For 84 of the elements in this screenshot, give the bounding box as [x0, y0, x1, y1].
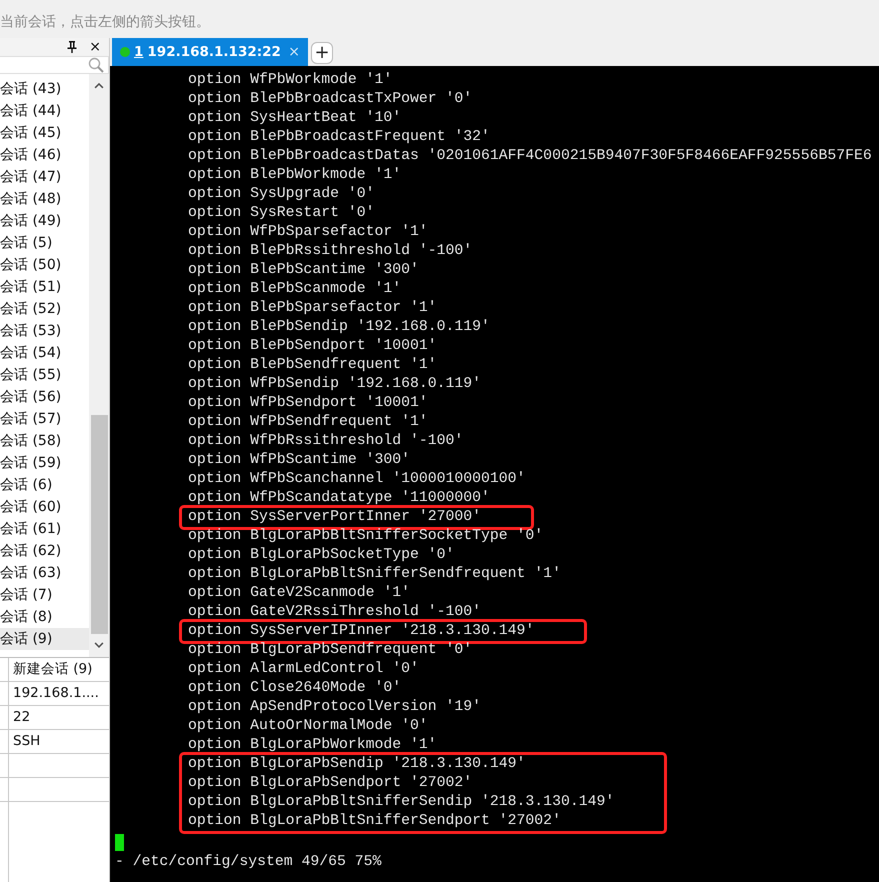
session-item[interactable]: 会话 (58) [0, 430, 89, 452]
status-line: - /etc/config/system 49/65 75% [115, 853, 382, 872]
session-item[interactable]: 会话 (43) [0, 78, 89, 100]
terminal-line: option WfPbWorkmode '1' [188, 71, 394, 90]
property-value: 192.168.1.... [12, 684, 99, 703]
terminal-line: option BlePbSendfrequent '1' [188, 356, 438, 375]
session-item[interactable]: 会话 (9) [0, 628, 89, 650]
terminal-line: option BlgLoraPbSendport '27002' [188, 774, 474, 793]
terminal-line: option WfPbSparsefactor '1' [188, 223, 429, 242]
new-tab-button[interactable]: + [311, 42, 333, 64]
session-item[interactable]: 会话 (47) [0, 166, 89, 188]
terminal-line: option SysUpgrade '0' [188, 185, 376, 204]
terminal-line: option BlgLoraPbBltSnifferSendfrequent '1' [188, 565, 562, 584]
terminal-line: option WfPbScantime '300' [188, 451, 411, 470]
property-value: 22 [12, 708, 30, 727]
session-item[interactable]: 会话 (63) [0, 562, 89, 584]
session-item[interactable]: 会话 (57) [0, 408, 89, 430]
terminal-line: option BlePbScantime '300' [188, 261, 420, 280]
terminal-line: option BlePbBroadcastFrequent '32' [188, 128, 491, 147]
terminal-line: option BlePbScanmode '1' [188, 280, 402, 299]
session-item[interactable]: 会话 (62) [0, 540, 89, 562]
session-item[interactable]: 会话 (49) [0, 210, 89, 232]
tab-number: 1 [134, 42, 144, 62]
session-item[interactable]: 会话 (60) [0, 496, 89, 518]
terminal-line: option GateV2RssiThreshold '-100' [188, 603, 482, 622]
session-item[interactable]: 会话 (44) [0, 100, 89, 122]
terminal-line: option AlarmLedControl '0' [188, 660, 420, 679]
terminal-line: option BlgLoraPbSocketType '0' [188, 546, 456, 565]
terminal-line: option BlgLoraPbBltSnifferSendport '27002' [188, 812, 562, 831]
terminal-line: option WfPbScanchannel '1000010000100' [188, 470, 526, 489]
terminal-line: option GateV2Scanmode '1' [188, 584, 411, 603]
terminal-line: option WfPbSendport '10001' [188, 394, 429, 413]
terminal-line: option AutoOrNormalMode '0' [188, 717, 429, 736]
session-item[interactable]: 会话 (55) [0, 364, 89, 386]
terminal-line: option BlePbWorkmode '1' [188, 166, 402, 185]
hint-text: 当前会话，点击左侧的箭头按钮。 [0, 14, 210, 30]
cursor [115, 834, 124, 851]
session-item[interactable]: 会话 (5) [0, 232, 89, 254]
session-item[interactable]: 会话 (46) [0, 144, 89, 166]
terminal-line: option SysServerIPInner '218.3.130.149' [188, 622, 534, 641]
terminal-line: option WfPbRssithreshold '-100' [188, 432, 464, 451]
session-item[interactable]: 会话 (52) [0, 298, 89, 320]
terminal-line: option BlgLoraPbSendip '218.3.130.149' [188, 755, 526, 774]
scrollbar[interactable] [89, 74, 109, 657]
terminal-line: option WfPbScandatatype '11000000' [188, 489, 491, 508]
session-item[interactable]: 会话 (50) [0, 254, 89, 276]
terminal-line: option SysServerPortInner '27000' [188, 508, 482, 527]
session-item[interactable]: 会话 (6) [0, 474, 89, 496]
terminal-line: option BlgLoraPbBltSnifferSocketType '0' [188, 527, 544, 546]
terminal-line: option BlePbRssithreshold '-100' [188, 242, 474, 261]
session-item[interactable]: 会话 (56) [0, 386, 89, 408]
session-item[interactable]: 会话 (48) [0, 188, 89, 210]
terminal-line: option ApSendProtocolVersion '19' [188, 698, 482, 717]
terminal-line: option BlePbSendip '192.168.0.119' [188, 318, 491, 337]
session-item[interactable]: 会话 (7) [0, 584, 89, 606]
scroll-down-icon[interactable] [94, 642, 104, 649]
terminal-line: option BlePbSparsefactor '1' [188, 299, 438, 318]
search-field[interactable] [0, 56, 109, 74]
tab-label: 192.168.1.132:22 [147, 42, 282, 62]
close-button[interactable]: × [85, 40, 105, 54]
terminal-line: option BlePbBroadcastTxPower '0' [188, 90, 474, 109]
terminal-line: option BlgLoraPbBltSnifferSendip '218.3.130.149' [188, 793, 614, 812]
session-tab[interactable]: 1 192.168.1.132:22 × [112, 38, 308, 66]
terminal-line: option Close2640Mode '0' [188, 679, 402, 698]
terminal-line: option BlePbBroadcastDatas '0201061AFF4C000215B9407F30F5F8466EAFF925556B57FE6 [188, 147, 873, 166]
terminal-line: option BlePbSendport '10001' [188, 337, 438, 356]
search-icon[interactable] [88, 56, 104, 73]
pin-icon[interactable] [67, 40, 78, 53]
property-value: SSH [12, 732, 40, 751]
scroll-up-icon[interactable] [94, 82, 104, 89]
session-item[interactable]: 会话 (59) [0, 452, 89, 474]
terminal-line: option WfPbSendip '192.168.0.119' [188, 375, 482, 394]
terminal-line: option BlgLoraPbSendfrequent '0' [188, 641, 474, 660]
session-item[interactable]: 会话 (51) [0, 276, 89, 298]
session-item[interactable]: 会话 (61) [0, 518, 89, 540]
terminal-line: option SysHeartBeat '10' [188, 109, 402, 128]
session-item[interactable]: 会话 (45) [0, 122, 89, 144]
terminal-line: option SysRestart '0' [188, 204, 376, 223]
session-item[interactable]: 会话 (8) [0, 606, 89, 628]
session-item[interactable]: 会话 (54) [0, 342, 89, 364]
terminal-line: option BlgLoraPbWorkmode '1' [188, 736, 438, 755]
session-item[interactable]: 会话 (53) [0, 320, 89, 342]
property-value: 新建会话 (9) [12, 660, 92, 679]
terminal-line: option WfPbSendfrequent '1' [188, 413, 429, 432]
